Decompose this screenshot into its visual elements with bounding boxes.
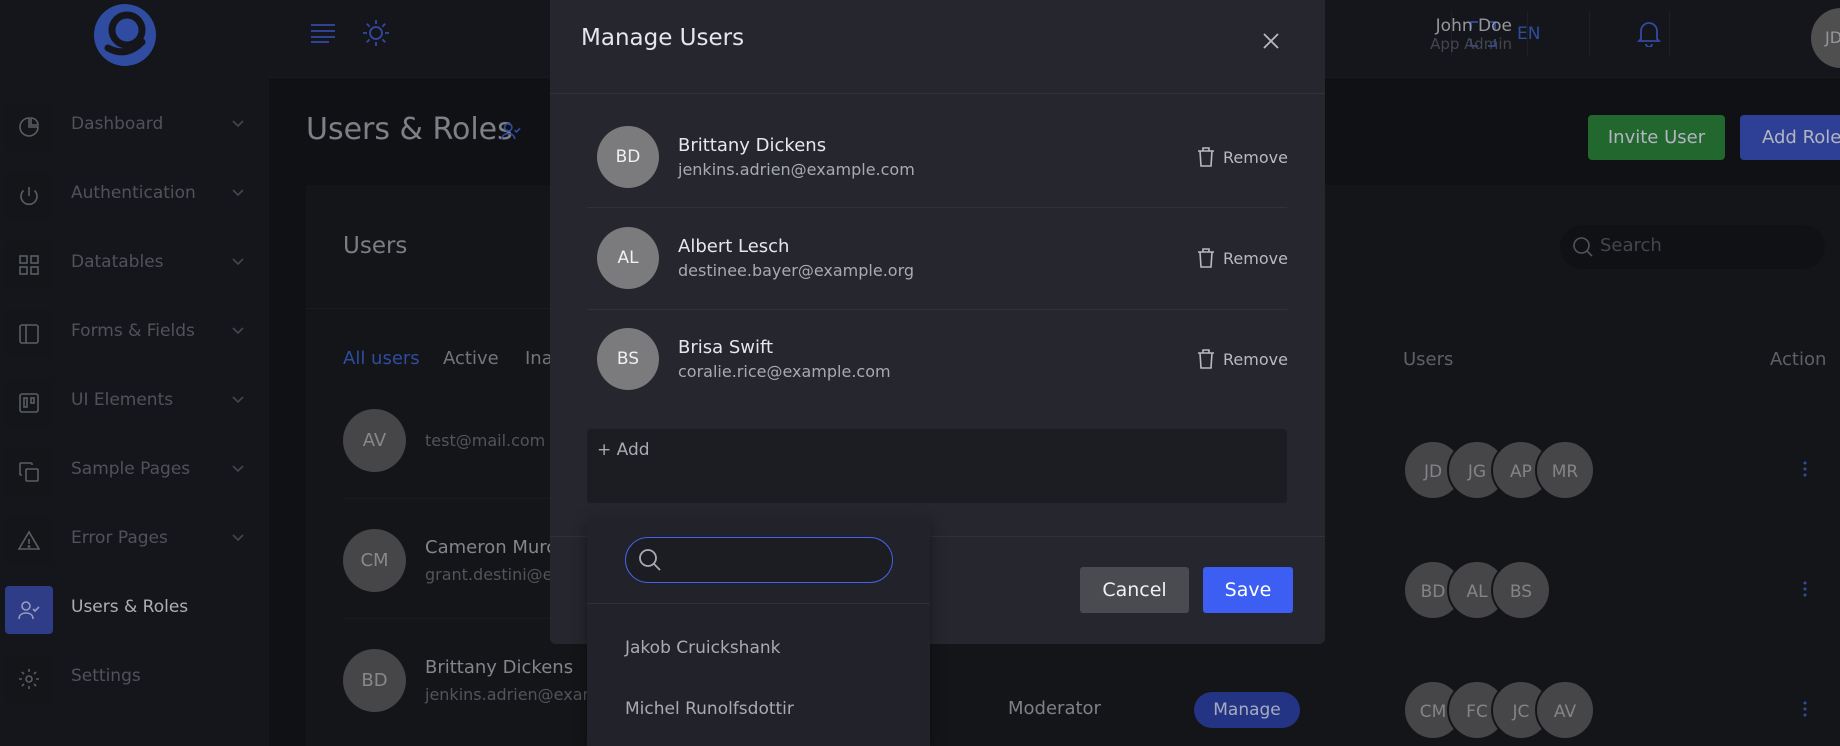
dropdown-option[interactable]: Jakob Cruickshank <box>625 638 780 658</box>
user-search-input[interactable] <box>625 537 893 583</box>
avatar: BD <box>597 126 659 188</box>
save-button[interactable]: Save <box>1203 567 1293 613</box>
trash-icon[interactable] <box>1196 348 1216 370</box>
divider <box>587 603 930 604</box>
add-user-label: + Add <box>597 440 650 460</box>
avatar: AL <box>597 227 659 289</box>
divider <box>587 207 1287 208</box>
remove-button[interactable]: Remove <box>1223 350 1288 369</box>
trash-icon[interactable] <box>1196 247 1216 269</box>
member-name: Brisa Swift <box>678 337 774 358</box>
member-email: coralie.rice@example.com <box>678 362 891 381</box>
member-name: Brittany Dickens <box>678 135 827 156</box>
cancel-button[interactable]: Cancel <box>1080 567 1189 613</box>
avatar: BS <box>597 328 659 390</box>
member-email: jenkins.adrien@example.com <box>678 160 915 179</box>
dropdown-option[interactable]: Michel Runolfsdottir <box>625 699 794 719</box>
modal-title: Manage Users <box>581 25 745 51</box>
divider <box>550 93 1325 94</box>
divider <box>587 309 1287 310</box>
add-user-field[interactable] <box>587 429 1287 503</box>
remove-button[interactable]: Remove <box>1223 148 1288 167</box>
search-icon <box>639 549 661 571</box>
remove-button[interactable]: Remove <box>1223 249 1288 268</box>
member-email: destinee.bayer@example.org <box>678 261 915 280</box>
trash-icon[interactable] <box>1196 146 1216 168</box>
close-icon[interactable] <box>1262 32 1280 50</box>
member-name: Albert Lesch <box>678 236 790 257</box>
